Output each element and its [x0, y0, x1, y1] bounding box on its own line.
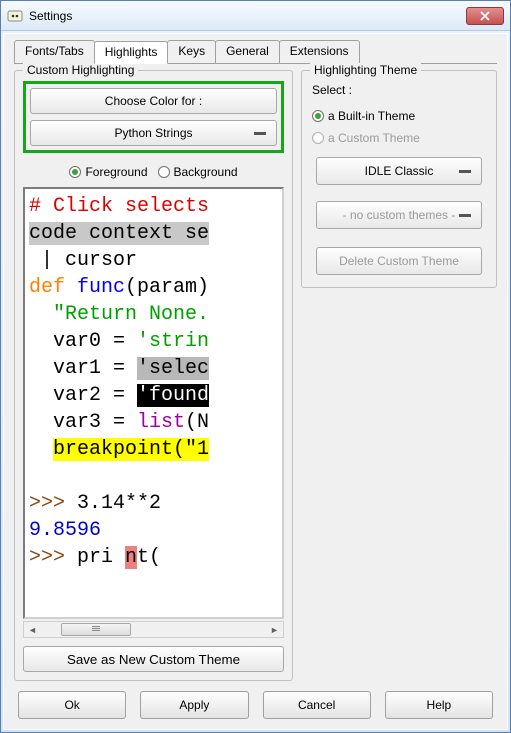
tab-general[interactable]: General	[215, 40, 280, 63]
right-panel: Highlighting Theme Select : a Built-in T…	[301, 70, 497, 681]
settings-window: Settings Fonts/Tabs Highlights Keys Gene…	[0, 0, 511, 733]
tab-body: Custom Highlighting Choose Color for : P…	[14, 64, 497, 681]
content-area: Fonts/Tabs Highlights Keys General Exten…	[3, 33, 508, 730]
choose-color-button[interactable]: Choose Color for :	[30, 88, 277, 114]
tab-highlights[interactable]: Highlights	[94, 41, 169, 64]
color-controls-frame: Choose Color for : Python Strings	[23, 81, 284, 153]
code-preview[interactable]: # Click selects code context se | cursor…	[23, 187, 284, 619]
custom-group-title: Custom Highlighting	[23, 63, 138, 77]
tab-extensions[interactable]: Extensions	[279, 40, 360, 63]
background-radio[interactable]: Background	[158, 165, 238, 179]
choose-color-label: Choose Color for :	[105, 94, 202, 108]
tab-keys[interactable]: Keys	[167, 40, 216, 63]
theme-group-title: Highlighting Theme	[310, 63, 421, 77]
dropdown-icon	[459, 214, 471, 217]
tab-fonts[interactable]: Fonts/Tabs	[14, 40, 95, 63]
scroll-left-icon[interactable]: ◄	[24, 622, 41, 637]
cancel-button[interactable]: Cancel	[263, 691, 371, 719]
builtin-dropdown-label: IDLE Classic	[365, 164, 434, 178]
left-panel: Custom Highlighting Choose Color for : P…	[14, 70, 293, 681]
window-title: Settings	[29, 9, 72, 23]
custom-theme-radio: a Custom Theme	[312, 131, 488, 145]
builtin-label: a Built-in Theme	[328, 109, 415, 123]
delete-custom-theme-button: Delete Custom Theme	[316, 247, 482, 275]
custom-theme-dropdown: - no custom themes -	[316, 201, 482, 229]
dropdown-icon	[459, 170, 471, 173]
foreground-radio[interactable]: Foreground	[69, 165, 147, 179]
titlebar: Settings	[1, 1, 510, 31]
fg-label: Foreground	[85, 165, 147, 179]
scroll-track[interactable]	[41, 622, 266, 637]
highlighting-theme-group: Highlighting Theme Select : a Built-in T…	[301, 70, 497, 288]
custom-highlighting-group: Custom Highlighting Choose Color for : P…	[14, 70, 293, 681]
element-dropdown-label: Python Strings	[114, 126, 192, 140]
horizontal-scrollbar[interactable]: ◄ ►	[23, 621, 284, 638]
scroll-thumb[interactable]	[61, 623, 131, 636]
save-custom-theme-button[interactable]: Save as New Custom Theme	[23, 646, 284, 672]
apply-button[interactable]: Apply	[140, 691, 248, 719]
select-label: Select :	[312, 83, 488, 97]
builtin-theme-dropdown[interactable]: IDLE Classic	[316, 157, 482, 185]
scroll-right-icon[interactable]: ►	[266, 622, 283, 637]
builtin-theme-radio[interactable]: a Built-in Theme	[312, 109, 488, 123]
help-button[interactable]: Help	[385, 691, 493, 719]
fg-bg-radio-row: Foreground Background	[23, 165, 284, 179]
close-button[interactable]	[466, 7, 504, 25]
custom-dropdown-label: - no custom themes -	[343, 208, 456, 222]
close-icon	[480, 11, 490, 21]
dropdown-icon	[254, 132, 266, 135]
bottom-buttons: Ok Apply Cancel Help	[14, 681, 497, 719]
element-dropdown[interactable]: Python Strings	[30, 120, 277, 146]
tabstrip: Fonts/Tabs Highlights Keys General Exten…	[14, 40, 497, 64]
custom-label: a Custom Theme	[328, 131, 420, 145]
app-icon	[7, 8, 23, 24]
bg-label: Background	[174, 165, 238, 179]
ok-button[interactable]: Ok	[18, 691, 126, 719]
delete-label: Delete Custom Theme	[339, 254, 459, 268]
